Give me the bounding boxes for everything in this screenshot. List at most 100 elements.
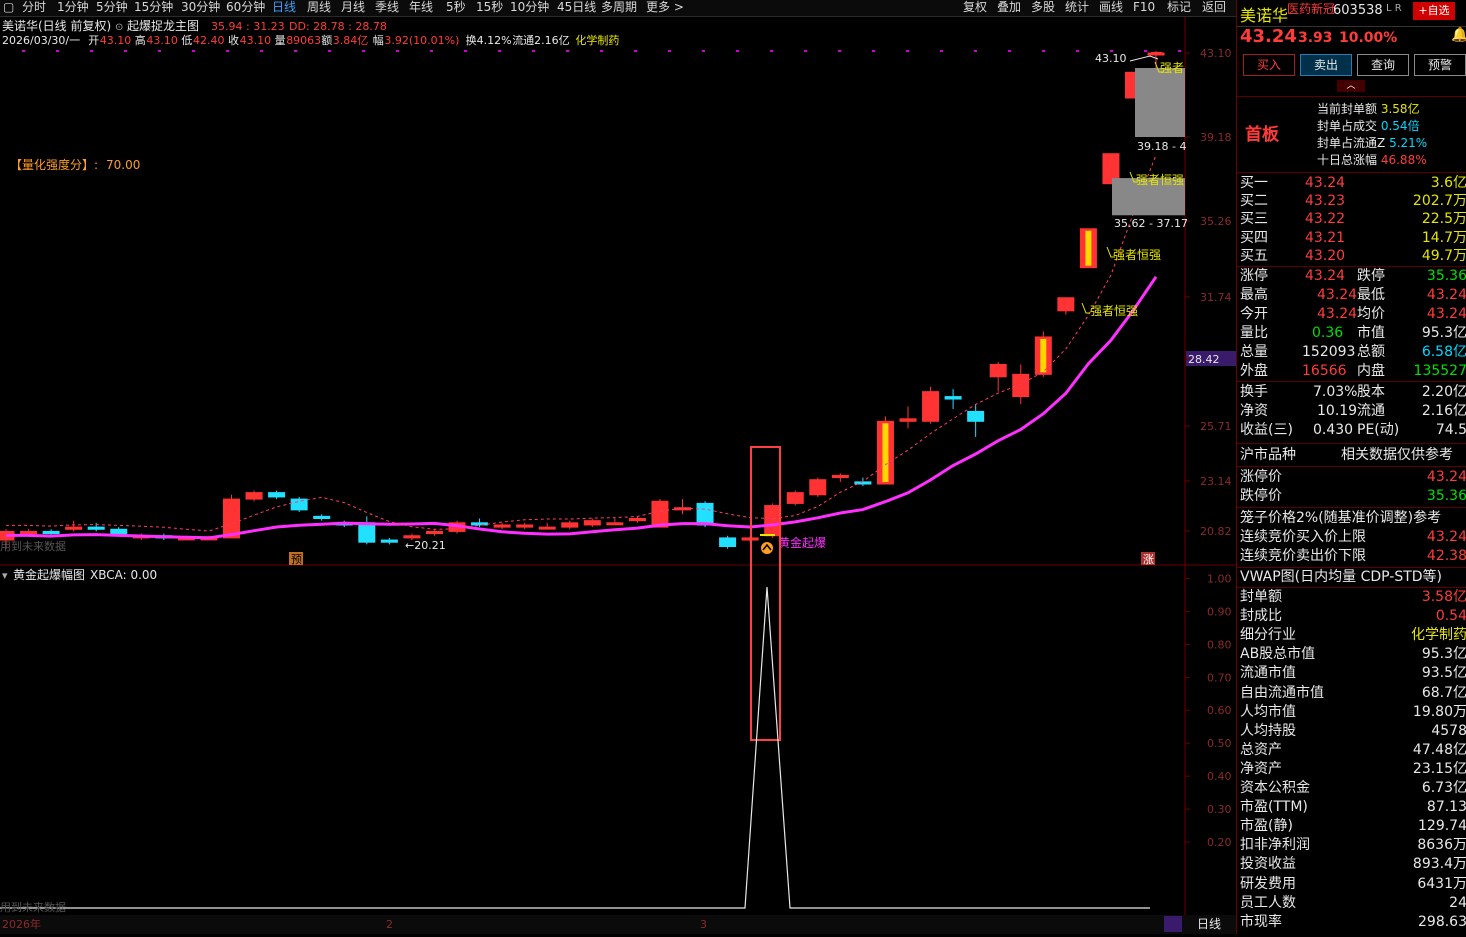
highlight-box	[750, 446, 781, 741]
vwap-row[interactable]: VWAP图(日内均量 CDP-STD等)	[1237, 568, 1466, 587]
signal-dot	[124, 50, 127, 52]
signal-dot	[974, 50, 977, 52]
sector-tag[interactable]: 医药新冠	[1287, 0, 1335, 17]
fin-row: 自由流通市值 68.7亿	[1237, 684, 1466, 703]
tool-button-4[interactable]: 画线	[1099, 0, 1123, 15]
auction-sell-row: 连续竞价卖出价下限 42.38	[1237, 547, 1466, 566]
stat-row: 外盘 16566 内盘 135527	[1237, 362, 1466, 381]
tool-button-2[interactable]: 多股	[1031, 0, 1055, 15]
limit-down-row: 跌停价 35.36	[1237, 487, 1466, 506]
window-icon[interactable]: ▢	[3, 0, 14, 15]
fin-row-cell: 6431万	[1417, 875, 1466, 892]
candle-body	[268, 492, 286, 498]
bid-row-cell: 43.22	[1305, 211, 1346, 228]
period-tab-11[interactable]: 5秒	[446, 0, 466, 15]
stat-row-cell: 总量	[1240, 344, 1268, 360]
auction-buy-row: 连续竞价买入价上限 43.24	[1237, 528, 1466, 547]
vwap-link[interactable]: VWAP图(日内均量 CDP-STD等)	[1240, 568, 1442, 587]
add-watchlist-button[interactable]: +自选	[1413, 2, 1455, 20]
tool-button-5[interactable]: F10	[1133, 0, 1155, 15]
fin-row: 投资收益 893.4万	[1237, 855, 1466, 874]
future-data-note: 用到未来数据	[0, 539, 66, 553]
fin-row-cell: 封成比	[1240, 608, 1282, 625]
period-tab-4[interactable]: 30分钟	[181, 0, 220, 15]
period-tab-9[interactable]: 季线	[375, 0, 399, 15]
fin-row-cell: 投资收益	[1240, 856, 1296, 873]
signal-dot	[328, 50, 331, 52]
candle-body	[245, 492, 263, 500]
tool-button-7[interactable]: 返回	[1202, 0, 1226, 15]
golden-label: 黄金起爆	[778, 535, 826, 550]
fin-row: 市盈(静) 129.74	[1237, 817, 1466, 836]
period-tab-3[interactable]: 15分钟	[134, 0, 173, 15]
fund-row-cell: 10.19	[1317, 403, 1358, 419]
bid-row: 买五 43.20 49.7万	[1237, 247, 1466, 266]
tool-button-1[interactable]: 叠加	[997, 0, 1021, 15]
fin-row: 员工人数 24	[1237, 894, 1466, 913]
period-tab-7[interactable]: 周线	[307, 0, 331, 15]
signal-dot	[294, 50, 297, 52]
alert-button[interactable]: 预警	[1414, 54, 1466, 76]
fin-row: 封成比 0.54	[1237, 607, 1466, 626]
score-value: 70.00	[106, 158, 140, 172]
tool-button-3[interactable]: 统计	[1065, 0, 1089, 15]
sell-button[interactable]: 卖出	[1300, 54, 1352, 76]
strong-label: 强者恒强	[1136, 173, 1184, 187]
tool-button-0[interactable]: 复权	[963, 0, 987, 15]
yu-label: 预	[291, 553, 302, 566]
query-button[interactable]: 查询	[1357, 54, 1409, 76]
bid-row-cell: 买五	[1240, 247, 1268, 264]
fin-row-cell: 93.5亿	[1421, 665, 1466, 682]
info-item: 幅	[373, 34, 384, 47]
period-tab-8[interactable]: 月线	[341, 0, 365, 15]
signal-dot	[600, 50, 603, 52]
fin-row-cell: 扣非净利润	[1240, 837, 1310, 854]
candle-body	[425, 530, 443, 535]
seal-row: 封单占成交 0.54倍	[1317, 119, 1420, 133]
period-tab-6[interactable]: 日线	[272, 0, 296, 15]
period-tab-1[interactable]: 1分钟	[57, 0, 89, 15]
tool-button-6[interactable]: 标记	[1167, 0, 1191, 15]
candle-body	[42, 530, 60, 535]
period-tab-5[interactable]: 60分钟	[226, 0, 265, 15]
info-item: 额	[321, 34, 332, 47]
bid-row: 买一 43.24 3.6亿	[1237, 174, 1466, 193]
period-tab-15[interactable]: 多周期	[601, 0, 637, 15]
period-tab-12[interactable]: 15秒	[476, 0, 503, 15]
limit-up-label: 涨停价	[1240, 469, 1282, 485]
candle-body	[922, 391, 940, 422]
stat-row-cell: 均价	[1357, 306, 1385, 322]
info-item: 43.10	[146, 34, 178, 47]
period-tab-10[interactable]: 年线	[409, 0, 433, 15]
kline-chart-svg[interactable]: 美诺华(日线 前复权) ⊙ 起爆捉龙主图 35.94 : 31.23 DD: 28.78…	[0, 17, 1236, 934]
period-tab-2[interactable]: 5分钟	[96, 0, 128, 15]
fin-row-cell: 47.48亿	[1412, 741, 1466, 758]
scroll-button	[1164, 916, 1182, 932]
period-tab-16[interactable]: 更多 >	[646, 0, 684, 15]
fin-row: 市现率 298.63	[1237, 913, 1466, 932]
stat-row-cell: 43.24	[1426, 287, 1466, 303]
sub-axis-label: 0.20	[1207, 836, 1232, 849]
candle-highlight	[882, 423, 889, 483]
price-tick-label: 20.82	[1200, 525, 1232, 538]
bell-icon[interactable]: 🔔	[1451, 27, 1466, 43]
stat-row-cell: 16566	[1302, 363, 1347, 379]
bid-row: 买三 43.22 22.5万	[1237, 210, 1466, 229]
period-label: 日线	[1197, 917, 1221, 931]
signal-dot	[668, 50, 671, 52]
stat-row-cell: 外盘	[1240, 363, 1268, 379]
buy-button[interactable]: 买入	[1243, 54, 1295, 76]
collapse-icon[interactable]: ︿	[1337, 80, 1365, 92]
period-tab-14[interactable]: 45日线	[557, 0, 596, 15]
fund-row-cell: 7.03%	[1313, 384, 1358, 400]
period-tab-0[interactable]: 分时	[22, 0, 46, 15]
kline-chart-area[interactable]: 美诺华(日线 前复权) ⊙ 起爆捉龙主图 35.94 : 31.23 DD: 28.78…	[0, 17, 1236, 934]
fin-row-cell: 23.15亿	[1412, 760, 1466, 777]
signal-dot	[634, 50, 637, 52]
candle-body	[967, 410, 985, 422]
candle-body	[628, 518, 646, 522]
candle-body	[831, 474, 849, 479]
price-tick-label: 39.18	[1200, 131, 1232, 144]
fin-row-cell: 化学制药	[1411, 627, 1466, 644]
period-tab-13[interactable]: 10分钟	[510, 0, 549, 15]
